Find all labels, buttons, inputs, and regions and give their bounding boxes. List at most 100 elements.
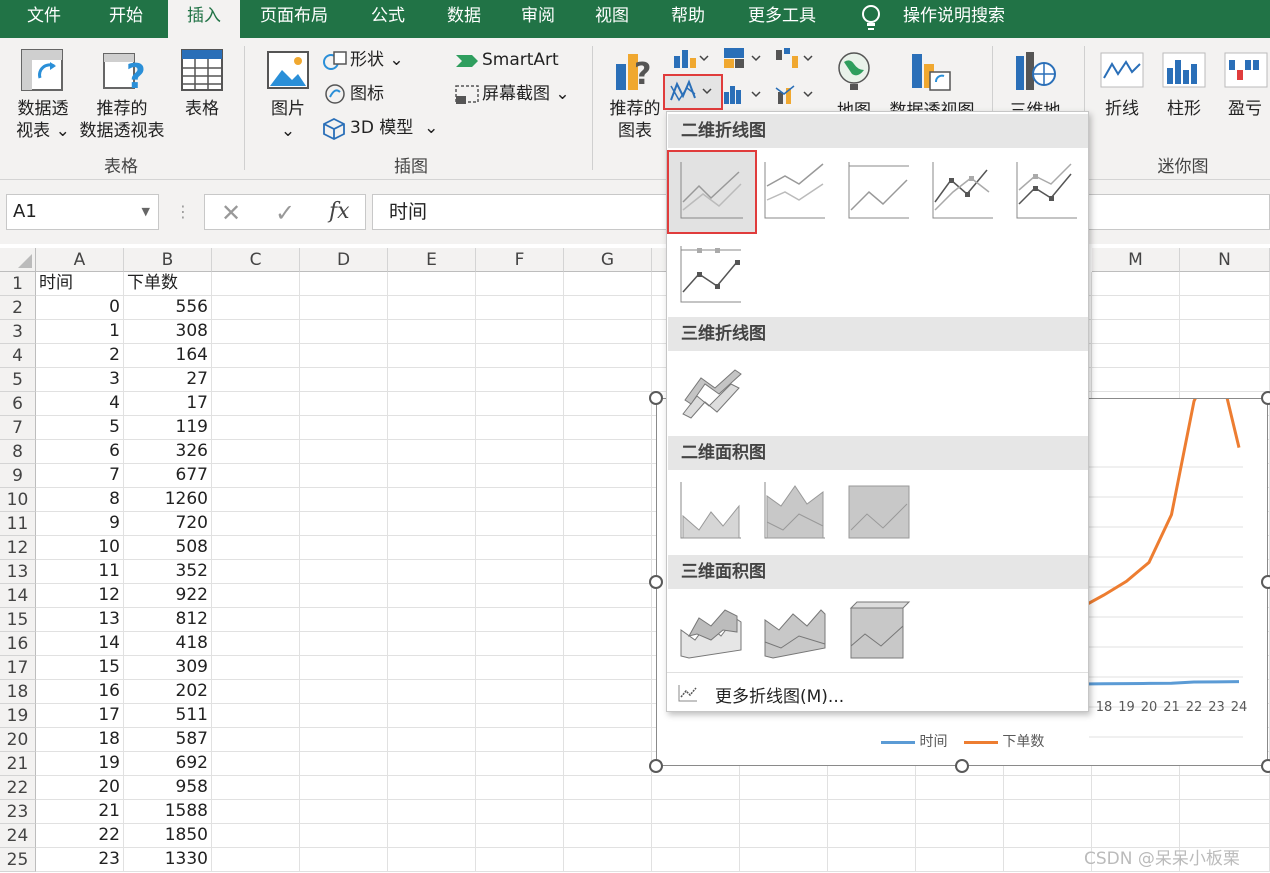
cell-empty[interactable]: [388, 296, 476, 320]
tell-me-search[interactable]: 操作说明搜索: [896, 0, 1012, 38]
waterfall-chart-icon[interactable]: [774, 46, 816, 74]
cell-empty[interactable]: [300, 368, 388, 392]
row-header[interactable]: 17: [0, 656, 36, 680]
cell-empty[interactable]: [212, 440, 300, 464]
cell-empty[interactable]: [1092, 800, 1180, 824]
cell-empty[interactable]: [564, 560, 652, 584]
cell-b[interactable]: 1588: [124, 800, 212, 824]
screenshot-button[interactable]: 屏幕截图 ⌄: [482, 83, 570, 105]
cell-empty[interactable]: [300, 560, 388, 584]
column-header[interactable]: F: [476, 248, 564, 272]
icons-button[interactable]: 图标: [350, 83, 384, 105]
tab-view[interactable]: 视图: [582, 0, 642, 38]
cell-empty[interactable]: [212, 704, 300, 728]
name-box[interactable]: A1 ▼: [6, 194, 159, 230]
cell-b[interactable]: 下单数: [124, 272, 212, 296]
column-header[interactable]: M: [1092, 248, 1180, 272]
row-header[interactable]: 3: [0, 320, 36, 344]
cell-empty[interactable]: [1180, 344, 1270, 368]
cell-empty[interactable]: [388, 800, 476, 824]
cell-empty[interactable]: [300, 272, 388, 296]
resize-handle-bottom[interactable]: [955, 759, 969, 773]
cell-empty[interactable]: [652, 848, 740, 872]
cell-empty[interactable]: [212, 392, 300, 416]
cell-a[interactable]: 18: [36, 728, 124, 752]
row-header[interactable]: 15: [0, 608, 36, 632]
cell-empty[interactable]: [388, 680, 476, 704]
row-header[interactable]: 10: [0, 488, 36, 512]
cell-empty[interactable]: [212, 320, 300, 344]
row-header[interactable]: 22: [0, 776, 36, 800]
cell-a[interactable]: 4: [36, 392, 124, 416]
cell-empty[interactable]: [388, 584, 476, 608]
row-header[interactable]: 6: [0, 392, 36, 416]
cell-a[interactable]: 11: [36, 560, 124, 584]
column-header[interactable]: A: [36, 248, 124, 272]
cell-empty[interactable]: [828, 824, 916, 848]
cell-empty[interactable]: [564, 488, 652, 512]
cell-a[interactable]: 13: [36, 608, 124, 632]
cell-a[interactable]: 7: [36, 464, 124, 488]
cell-empty[interactable]: [212, 632, 300, 656]
cell-a[interactable]: 12: [36, 584, 124, 608]
cell-empty[interactable]: [388, 560, 476, 584]
cell-b[interactable]: 308: [124, 320, 212, 344]
tab-insert[interactable]: 插入: [168, 0, 240, 38]
cell-b[interactable]: 587: [124, 728, 212, 752]
cell-b[interactable]: 556: [124, 296, 212, 320]
row-header[interactable]: 21: [0, 752, 36, 776]
cell-empty[interactable]: [1004, 776, 1092, 800]
cell-empty[interactable]: [564, 824, 652, 848]
cell-empty[interactable]: [476, 296, 564, 320]
cell-empty[interactable]: [564, 704, 652, 728]
pivot-table-button[interactable]: 数据透 视表 ⌄: [12, 98, 74, 142]
chart-type-100-stacked-area[interactable]: [843, 476, 913, 546]
cell-empty[interactable]: [388, 728, 476, 752]
cell-empty[interactable]: [564, 392, 652, 416]
cell-b[interactable]: 677: [124, 464, 212, 488]
cell-empty[interactable]: [1092, 272, 1180, 296]
cell-a[interactable]: 0: [36, 296, 124, 320]
cell-empty[interactable]: [1180, 272, 1270, 296]
cell-b[interactable]: 1260: [124, 488, 212, 512]
cell-empty[interactable]: [212, 656, 300, 680]
chart-type-3d-area[interactable]: [675, 596, 745, 666]
tab-page-layout[interactable]: 页面布局: [248, 0, 340, 38]
cancel-icon[interactable]: ✕: [221, 199, 241, 227]
cell-empty[interactable]: [564, 848, 652, 872]
cell-a[interactable]: 时间: [36, 272, 124, 296]
statistic-chart-icon[interactable]: [722, 82, 764, 110]
cell-empty[interactable]: [564, 752, 652, 776]
shapes-button[interactable]: 形状 ⌄: [350, 49, 404, 71]
tab-home[interactable]: 开始: [92, 0, 160, 38]
cell-empty[interactable]: [388, 848, 476, 872]
cell-empty[interactable]: [476, 464, 564, 488]
row-header[interactable]: 25: [0, 848, 36, 872]
cell-empty[interactable]: [300, 488, 388, 512]
cell-empty[interactable]: [564, 320, 652, 344]
insert-function-icon[interactable]: fx: [329, 199, 350, 224]
cell-empty[interactable]: [388, 752, 476, 776]
column-header[interactable]: G: [564, 248, 652, 272]
cell-empty[interactable]: [476, 848, 564, 872]
cell-empty[interactable]: [388, 536, 476, 560]
cell-a[interactable]: 15: [36, 656, 124, 680]
cell-empty[interactable]: [300, 680, 388, 704]
cell-empty[interactable]: [740, 800, 828, 824]
resize-handle-left[interactable]: [649, 575, 663, 589]
cell-empty[interactable]: [212, 560, 300, 584]
picture-button[interactable]: 图片 ⌄: [262, 98, 314, 142]
cell-empty[interactable]: [212, 776, 300, 800]
cell-empty[interactable]: [564, 608, 652, 632]
cell-empty[interactable]: [212, 272, 300, 296]
enter-icon[interactable]: ✓: [275, 199, 295, 227]
row-header[interactable]: 16: [0, 632, 36, 656]
cell-empty[interactable]: [1180, 776, 1270, 800]
chart-type-line[interactable]: [667, 150, 757, 234]
cell-b[interactable]: 309: [124, 656, 212, 680]
cell-empty[interactable]: [1004, 824, 1092, 848]
tab-more-tools[interactable]: 更多工具: [738, 0, 826, 38]
cell-empty[interactable]: [212, 800, 300, 824]
cell-b[interactable]: 119: [124, 416, 212, 440]
column-header[interactable]: C: [212, 248, 300, 272]
